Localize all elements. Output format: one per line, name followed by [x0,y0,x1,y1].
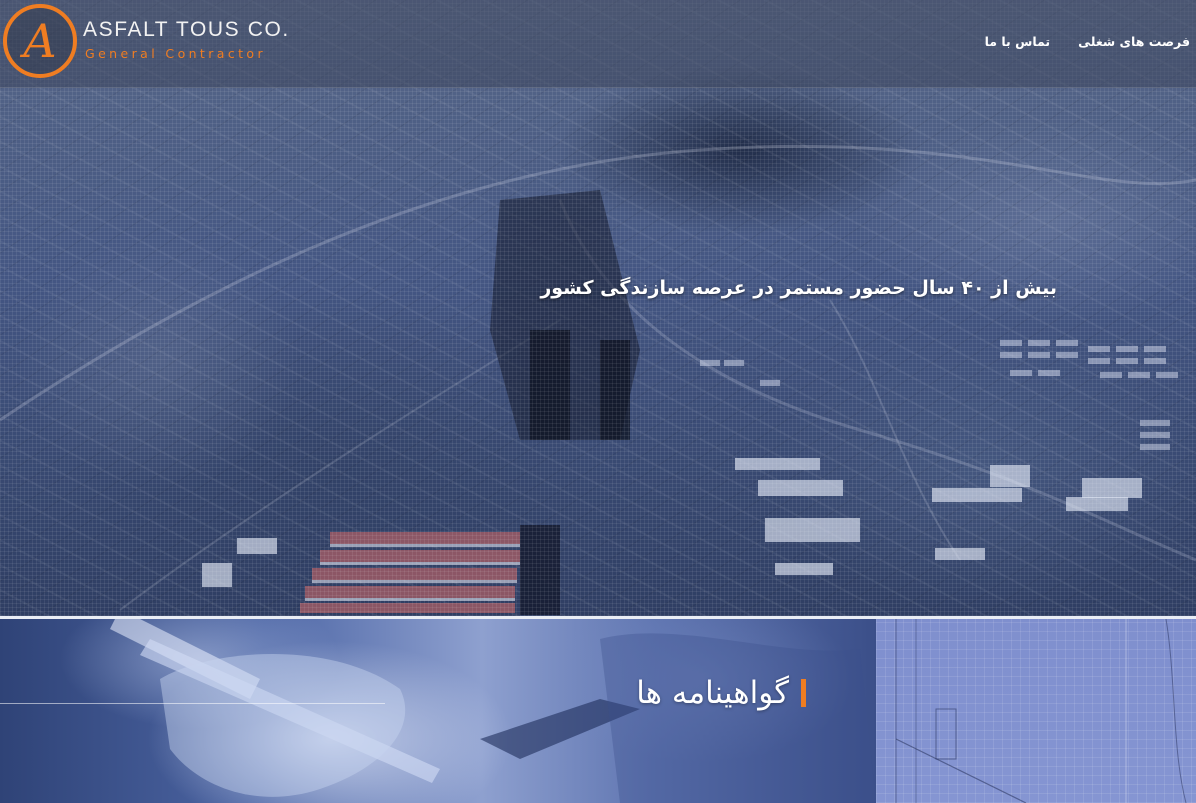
logo-letter: A [23,14,57,68]
certificates-title: گواهینامه ها [636,675,789,711]
blueprint-drawing [895,619,1187,803]
certificates-section: گواهینامه ها [0,616,1196,803]
site-header: A ASFALT TOUS CO. General Contractor فرص… [0,0,1196,88]
certificates-heading: گواهینامه ها [636,675,806,711]
heading-accent-bar [801,679,806,707]
blueprint-panel [876,619,1196,803]
logo-tagline: General Contractor [85,46,266,61]
certificates-background-hands [0,619,876,803]
hero-banner: بیش از ۴۰ سال حضور مستمر در عرصه سازندگی… [0,0,1196,616]
logo-company-name: ASFALT TOUS CO. [83,18,290,41]
section-divider-line [0,703,385,704]
hero-mesh-overlay [0,0,1196,616]
main-nav: فرصت های شغلی تماس با ما [985,34,1190,49]
hero-headline: بیش از ۴۰ سال حضور مستمر در عرصه سازندگی… [540,277,1057,299]
nav-link-contact[interactable]: تماس با ما [985,34,1051,49]
site-logo[interactable]: A ASFALT TOUS CO. General Contractor [3,4,288,78]
nav-link-careers[interactable]: فرصت های شغلی [1078,34,1190,49]
hand-with-pen-image [110,619,876,803]
